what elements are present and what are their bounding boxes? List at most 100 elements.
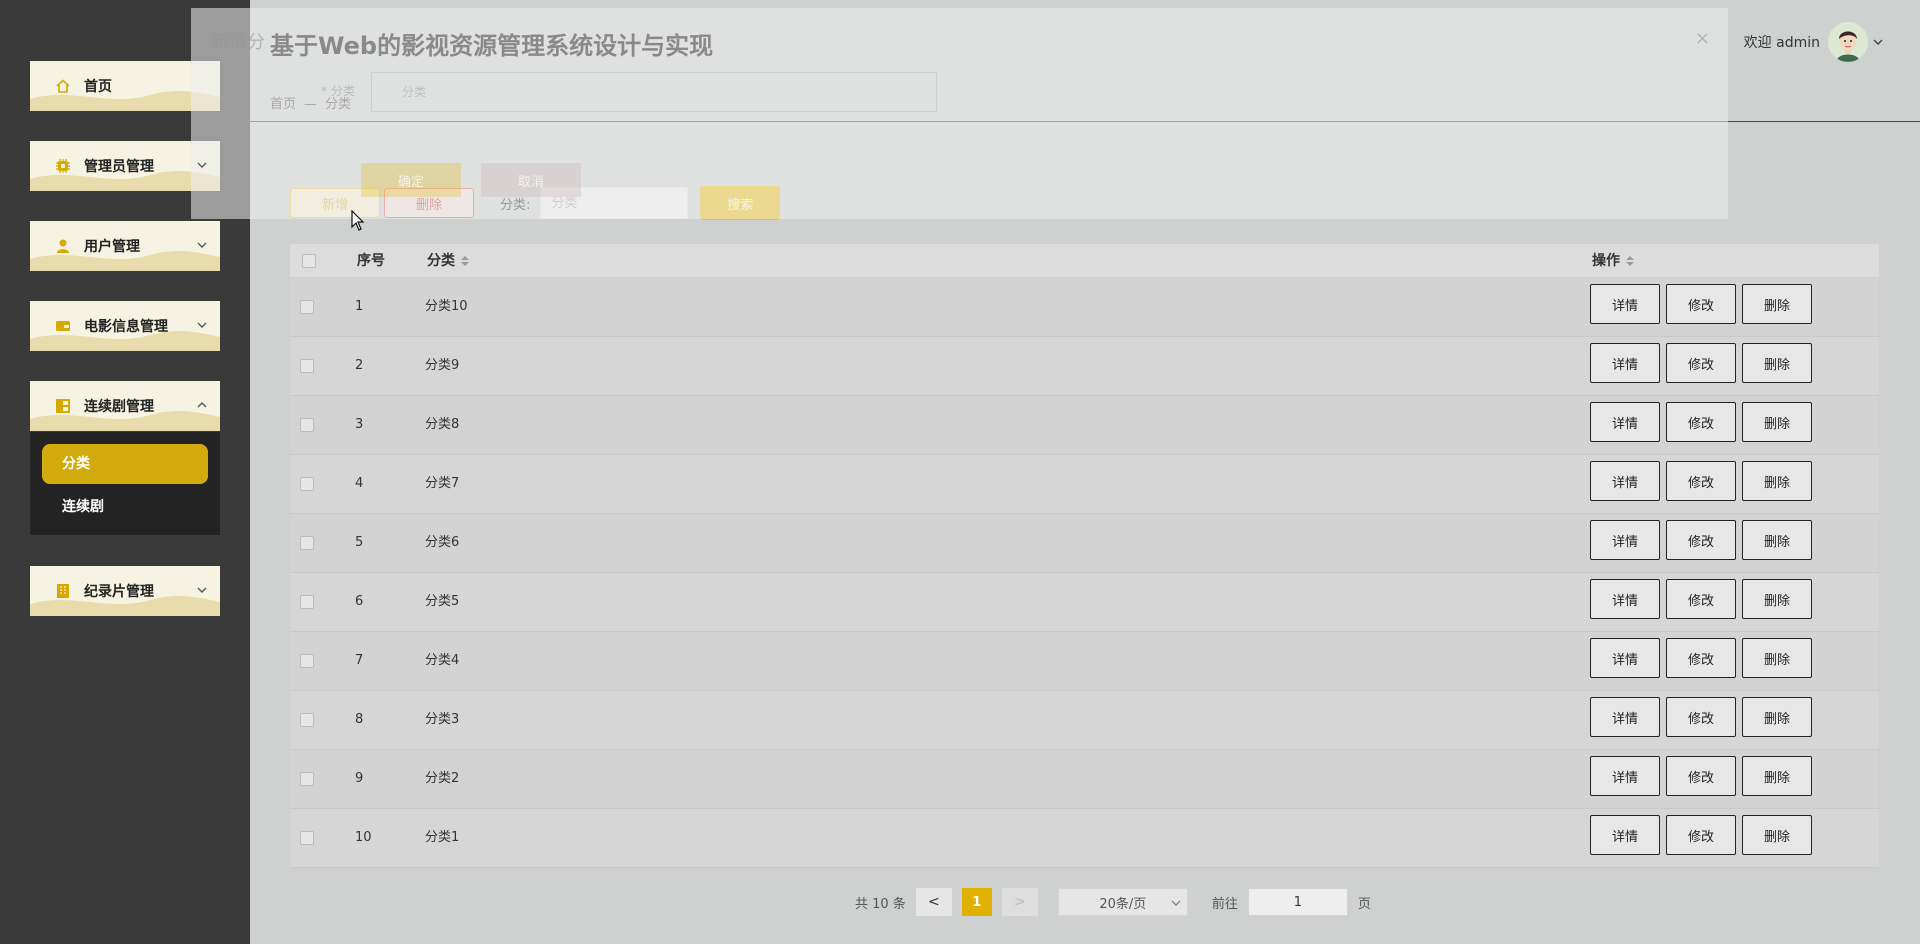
- sidebar-item-movies[interactable]: 电影信息管理: [30, 301, 220, 351]
- page-size-select[interactable]: 20条/页: [1057, 888, 1188, 916]
- pagination-total: 共 10 条: [855, 896, 906, 912]
- edit-button[interactable]: 修改: [1666, 638, 1736, 678]
- sidebar-item-documentary[interactable]: 纪录片管理: [30, 566, 220, 616]
- cell-index: 6: [355, 594, 364, 609]
- detail-button[interactable]: 详情: [1590, 461, 1660, 501]
- chevron-down-icon[interactable]: [1872, 36, 1884, 48]
- sidebar-item-label: 管理员管理: [84, 159, 154, 175]
- row-actions: 详情 修改 删除: [1590, 815, 1818, 855]
- next-page-button[interactable]: >: [1001, 888, 1038, 916]
- home-icon: [54, 77, 72, 95]
- row-actions: 详情 修改 删除: [1590, 461, 1818, 501]
- row-checkbox[interactable]: [300, 418, 314, 432]
- row-checkbox[interactable]: [300, 300, 314, 314]
- cell-index: 1: [355, 299, 364, 314]
- delete-button[interactable]: 删除: [1742, 402, 1812, 442]
- sort-icon[interactable]: [460, 255, 470, 267]
- breadcrumb-current: 分类: [325, 97, 352, 112]
- detail-button[interactable]: 详情: [1590, 815, 1660, 855]
- edit-button[interactable]: 修改: [1666, 579, 1736, 619]
- chevron-down-icon: [197, 162, 207, 168]
- sort-icon[interactable]: [1625, 255, 1635, 267]
- current-page-button[interactable]: 1: [961, 888, 992, 916]
- edit-button[interactable]: 修改: [1666, 284, 1736, 324]
- welcome-text: 欢迎 admin: [1743, 35, 1820, 51]
- cell-index: 2: [355, 358, 364, 373]
- header-category[interactable]: 分类: [427, 244, 470, 278]
- sidebar-item-home[interactable]: 首页: [30, 61, 220, 111]
- delete-button[interactable]: 删除: [1742, 343, 1812, 383]
- delete-selected-button[interactable]: 删除: [384, 188, 474, 218]
- row-checkbox[interactable]: [300, 654, 314, 668]
- add-button[interactable]: 新增: [290, 188, 380, 218]
- detail-button[interactable]: 详情: [1590, 520, 1660, 560]
- delete-button[interactable]: 删除: [1742, 461, 1812, 501]
- sidebar-item-series[interactable]: 连续剧管理: [30, 381, 220, 431]
- submenu-item-category[interactable]: 分类: [42, 444, 208, 484]
- category-filter-label: 分类:: [500, 197, 531, 213]
- delete-button[interactable]: 删除: [1742, 520, 1812, 560]
- chevron-down-icon: [197, 242, 207, 248]
- row-checkbox[interactable]: [300, 359, 314, 373]
- breadcrumb-home[interactable]: 首页: [270, 97, 296, 112]
- avatar[interactable]: [1828, 22, 1868, 62]
- delete-button[interactable]: 删除: [1742, 638, 1812, 678]
- row-checkbox[interactable]: [300, 595, 314, 609]
- admin-icon: [54, 157, 72, 175]
- table-row: 4 分类7 详情 修改 删除: [290, 455, 1879, 514]
- cell-category: 分类1: [425, 830, 460, 845]
- edit-button[interactable]: 修改: [1666, 815, 1736, 855]
- cell-index: 3: [355, 417, 364, 432]
- sidebar-submenu-series: 分类 连续剧: [30, 432, 220, 535]
- delete-button[interactable]: 删除: [1742, 756, 1812, 796]
- delete-button[interactable]: 删除: [1742, 284, 1812, 324]
- table-row: 10 分类1 详情 修改 删除: [290, 809, 1879, 868]
- delete-button[interactable]: 删除: [1742, 815, 1812, 855]
- cell-category: 分类3: [425, 712, 460, 727]
- category-search-input[interactable]: [540, 187, 689, 219]
- header-index: 序号: [357, 244, 385, 278]
- cell-category: 分类2: [425, 771, 460, 786]
- submenu-item-series[interactable]: 连续剧: [62, 492, 104, 522]
- row-checkbox[interactable]: [300, 713, 314, 727]
- cell-index: 5: [355, 535, 364, 550]
- table-header: 序号 分类 操作: [290, 244, 1879, 278]
- delete-button[interactable]: 删除: [1742, 579, 1812, 619]
- sidebar-item-admin[interactable]: 管理员管理: [30, 141, 220, 191]
- sidebar-item-users[interactable]: 用户管理: [30, 221, 220, 271]
- detail-button[interactable]: 详情: [1590, 756, 1660, 796]
- row-checkbox[interactable]: [300, 536, 314, 550]
- detail-button[interactable]: 详情: [1590, 697, 1660, 737]
- search-button[interactable]: 搜索: [700, 186, 781, 220]
- cell-category: 分类8: [425, 417, 460, 432]
- edit-button[interactable]: 修改: [1666, 756, 1736, 796]
- table-row: 6 分类5 详情 修改 删除: [290, 573, 1879, 632]
- delete-button[interactable]: 删除: [1742, 697, 1812, 737]
- edit-button[interactable]: 修改: [1666, 520, 1736, 560]
- edit-button[interactable]: 修改: [1666, 697, 1736, 737]
- sidebar-item-label: 连续剧管理: [84, 399, 154, 415]
- cell-category: 分类4: [425, 653, 460, 668]
- detail-button[interactable]: 详情: [1590, 579, 1660, 619]
- cell-category: 分类6: [425, 535, 460, 550]
- edit-button[interactable]: 修改: [1666, 461, 1736, 501]
- row-checkbox[interactable]: [300, 772, 314, 786]
- user-menu[interactable]: 欢迎 admin: [1744, 22, 1884, 62]
- detail-button[interactable]: 详情: [1590, 284, 1660, 324]
- goto-page-input[interactable]: [1247, 888, 1348, 916]
- row-actions: 详情 修改 删除: [1590, 697, 1818, 737]
- select-all-checkbox[interactable]: [302, 254, 316, 268]
- row-actions: 详情 修改 删除: [1590, 402, 1818, 442]
- prev-page-button[interactable]: <: [915, 888, 952, 916]
- sidebar: 首页 管理员管理 用户管理 电影信息管理 连续剧管理 分类 连续剧 纪录片管理: [0, 0, 250, 944]
- detail-button[interactable]: 详情: [1590, 343, 1660, 383]
- detail-button[interactable]: 详情: [1590, 638, 1660, 678]
- cell-index: 8: [355, 712, 364, 727]
- edit-button[interactable]: 修改: [1666, 343, 1736, 383]
- header-actions[interactable]: 操作: [1592, 244, 1635, 278]
- sidebar-item-label: 电影信息管理: [84, 319, 168, 335]
- edit-button[interactable]: 修改: [1666, 402, 1736, 442]
- row-checkbox[interactable]: [300, 831, 314, 845]
- detail-button[interactable]: 详情: [1590, 402, 1660, 442]
- row-checkbox[interactable]: [300, 477, 314, 491]
